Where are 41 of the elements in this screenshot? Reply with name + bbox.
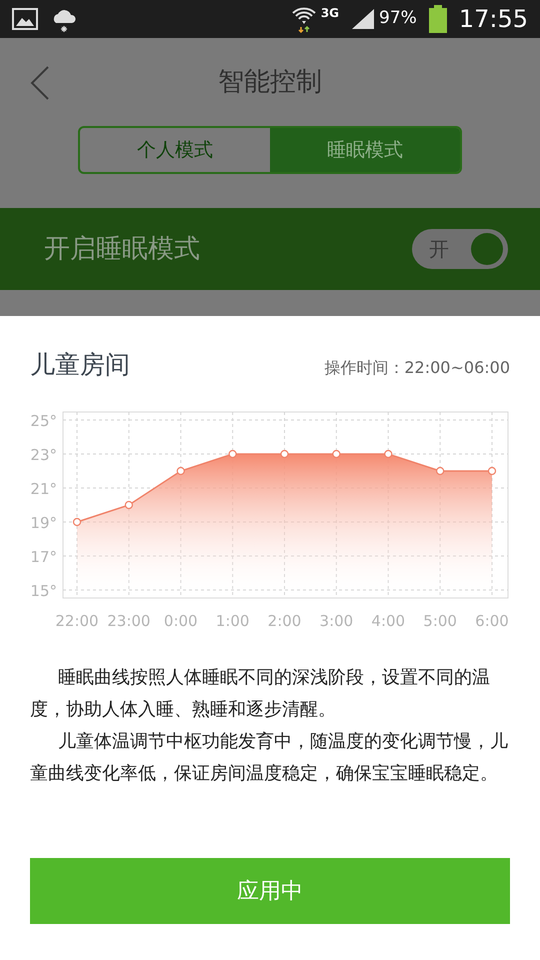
- signal-icon: [351, 8, 376, 30]
- data-point: [72, 517, 82, 526]
- y-tick-label: 17°: [30, 548, 57, 566]
- description-paragraph: 睡眠曲线按照人体睡眠不同的深浅阶段，设置不同的温度，协助人体入睡、熟睡和逐步清醒。: [30, 666, 491, 722]
- schedule-time: 操作时间：22:00~06:00: [324, 356, 510, 378]
- mode-tab[interactable]: 个人模式: [80, 128, 270, 172]
- data-point: [384, 449, 392, 458]
- data-point: [488, 466, 496, 475]
- mode-tab[interactable]: 睡眠模式: [270, 128, 460, 172]
- y-tick-label: 19°: [30, 514, 57, 532]
- data-point: [176, 466, 185, 475]
- data-point: [228, 449, 237, 458]
- data-point: [280, 449, 289, 458]
- battery-icon: [428, 5, 447, 33]
- image-icon: [12, 8, 38, 30]
- battery-percent: 97%: [379, 7, 417, 30]
- x-tick-label: 1:00: [216, 612, 250, 630]
- data-point: [124, 500, 133, 509]
- x-tick-label: 2:00: [268, 612, 302, 630]
- page-title: 智能控制: [218, 66, 322, 98]
- back-icon[interactable]: [30, 66, 50, 100]
- x-tick-label: 0:00: [164, 612, 198, 630]
- x-tick-label: 23:00: [107, 612, 150, 630]
- network-type: 3G: [320, 5, 340, 22]
- y-tick-label: 23°: [30, 446, 57, 464]
- data-point: [332, 449, 340, 458]
- x-tick-label: 3:00: [320, 612, 354, 630]
- description-paragraph: 儿童体温调节中枢功能发育中，随温度的变化调节慢，儿童曲线变化率低，保证房间温度稳定，确保宝宝睡眠稳定。: [30, 730, 509, 786]
- clock: 17:55: [458, 4, 528, 35]
- x-tick-label: 5:00: [423, 612, 457, 630]
- x-tick-label: 4:00: [371, 612, 406, 630]
- wifi-icon: [290, 5, 317, 33]
- data-point: [436, 466, 444, 475]
- x-tick-label: 22:00: [55, 612, 99, 630]
- sleep-mode-label: 开启睡眠模式: [44, 232, 200, 266]
- x-tick-label: 6:00: [475, 612, 509, 630]
- y-tick-label: 25°: [30, 412, 57, 430]
- y-tick-label: 21°: [30, 480, 57, 498]
- y-tick-label: 15°: [30, 582, 57, 600]
- room-title: 儿童房间: [30, 349, 130, 381]
- apply-button[interactable]: 应用中: [30, 858, 510, 924]
